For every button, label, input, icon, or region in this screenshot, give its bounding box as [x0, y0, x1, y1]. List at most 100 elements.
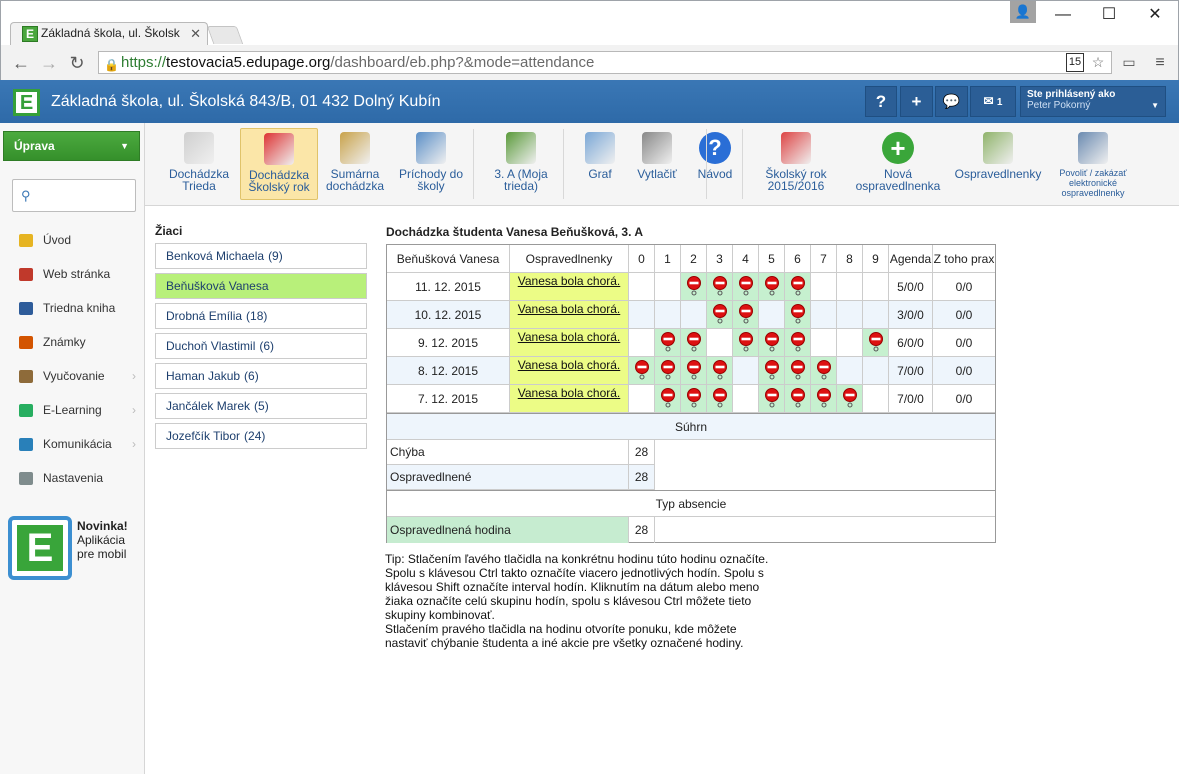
menu-icon[interactable]: ≡ [1152, 53, 1168, 72]
lesson-cell[interactable] [759, 301, 785, 329]
absence-mark[interactable] [759, 273, 785, 301]
edupage-logo[interactable]: E [13, 89, 40, 116]
ribbon-povolit-zakazat-button[interactable]: Povoliť / zakázať elektronické ospravedlne… [1048, 128, 1138, 200]
messages-button[interactable]: ✉ 1 [970, 86, 1016, 117]
absence-mark[interactable] [785, 385, 811, 413]
lesson-cell[interactable] [655, 301, 681, 329]
sidebar-item-vyucovanie[interactable]: Vyučovanie › [0, 359, 144, 393]
lesson-cell[interactable] [863, 301, 889, 329]
lesson-cell[interactable] [863, 273, 889, 301]
back-arrow-icon[interactable]: ← [9, 51, 33, 75]
absence-mark[interactable] [785, 357, 811, 385]
absence-mark[interactable] [785, 301, 811, 329]
excuse-link[interactable]: Vanesa bola chorá. [510, 357, 629, 385]
absence-mark[interactable] [707, 301, 733, 329]
reload-icon[interactable]: ↻ [65, 51, 89, 75]
absence-mark[interactable] [681, 385, 707, 413]
forward-arrow-icon[interactable]: → [37, 51, 61, 75]
student-item[interactable]: Benková Michaela (9) [155, 243, 367, 269]
lesson-cell[interactable] [863, 357, 889, 385]
close-window-icon[interactable]: ✕ [1132, 3, 1178, 27]
uprava-button[interactable]: Úprava ▼ [3, 131, 140, 161]
student-item[interactable]: Beňušková Vanesa [155, 273, 367, 299]
sidebar-item-znamky[interactable]: Známky [0, 325, 144, 359]
absence-mark[interactable] [681, 273, 707, 301]
absence-mark[interactable] [733, 273, 759, 301]
lesson-cell[interactable] [733, 357, 759, 385]
lesson-cell[interactable] [837, 329, 863, 357]
absence-mark[interactable] [707, 385, 733, 413]
profile-person-icon[interactable]: 👤 [1010, 1, 1036, 23]
excuse-link[interactable]: Vanesa bola chorá. [510, 301, 629, 329]
lesson-cell[interactable] [629, 385, 655, 413]
absence-mark[interactable] [655, 357, 681, 385]
date-cell[interactable]: 9. 12. 2015 [387, 329, 510, 357]
cast-icon[interactable]: ▭ [1119, 53, 1139, 72]
absence-mark[interactable] [759, 385, 785, 413]
absence-mark[interactable] [681, 329, 707, 357]
lesson-cell[interactable] [837, 301, 863, 329]
address-bar[interactable]: 🔒 https://testovacia5.edupage.org/dashboa… [98, 51, 1112, 74]
absence-mark[interactable] [811, 385, 837, 413]
lesson-cell[interactable] [733, 385, 759, 413]
sidebar-item-triedna-kniha[interactable]: Triedna kniha [0, 291, 144, 325]
student-item[interactable]: Haman Jakub (6) [155, 363, 367, 389]
absence-mark[interactable] [863, 329, 889, 357]
ribbon-moja-trieda-button[interactable]: 3. A (Moja trieda) [485, 128, 557, 200]
lesson-cell[interactable] [629, 273, 655, 301]
excuse-link[interactable]: Vanesa bola chorá. [510, 385, 629, 413]
tab-close-icon[interactable]: ✕ [190, 26, 201, 42]
add-button[interactable]: + [900, 86, 933, 117]
help-button[interactable]: ? [865, 86, 897, 117]
minimize-icon[interactable]: — [1040, 3, 1086, 27]
excuse-link[interactable]: Vanesa bola chorá. [510, 273, 629, 301]
ribbon-vytlacit-button[interactable]: Vytlačiť [631, 128, 683, 200]
lesson-cell[interactable] [681, 301, 707, 329]
ribbon-nova-ospravedlnenka-button[interactable]: + Nová ospravedlnenka [848, 128, 948, 200]
sidebar-item-uvod[interactable]: Úvod [0, 223, 144, 257]
extension-badge[interactable]: 15 [1066, 53, 1084, 72]
search-input[interactable]: ⚲ [12, 179, 136, 212]
bookmark-star-icon[interactable]: ☆ [1088, 53, 1108, 72]
date-cell[interactable]: 11. 12. 2015 [387, 273, 510, 301]
ribbon-graf-button[interactable]: Graf [570, 128, 630, 200]
student-item[interactable]: Jančálek Marek (5) [155, 393, 367, 419]
ribbon-prichody-do-skoly-button[interactable]: Príchody do školy [392, 128, 470, 200]
lesson-cell[interactable] [629, 329, 655, 357]
ribbon-dochadzka-trieda-button[interactable]: Dochádzka Trieda [162, 128, 236, 200]
absence-mark[interactable] [629, 357, 655, 385]
date-cell[interactable]: 7. 12. 2015 [387, 385, 510, 413]
absence-mark[interactable] [681, 357, 707, 385]
lesson-cell[interactable] [837, 357, 863, 385]
student-item[interactable]: Jozefčík Tibor (24) [155, 423, 367, 449]
chat-icon[interactable]: 💬 [935, 86, 968, 117]
absence-mark[interactable] [811, 357, 837, 385]
date-cell[interactable]: 10. 12. 2015 [387, 301, 510, 329]
student-item[interactable]: Duchoň Vlastimil (6) [155, 333, 367, 359]
absence-mark[interactable] [733, 301, 759, 329]
lesson-cell[interactable] [837, 273, 863, 301]
lesson-cell[interactable] [811, 329, 837, 357]
lesson-cell[interactable] [811, 273, 837, 301]
lesson-cell[interactable] [655, 273, 681, 301]
absence-mark[interactable] [759, 357, 785, 385]
absence-mark[interactable] [759, 329, 785, 357]
ribbon-navod-button[interactable]: ? Návod [691, 128, 739, 200]
login-dropdown[interactable]: Ste prihlásený ako Peter Pokorný ▼ [1020, 86, 1166, 117]
lesson-cell[interactable] [811, 301, 837, 329]
sidebar-item-komunikacia[interactable]: Komunikácia › [0, 427, 144, 461]
sidebar-item-nastavenia[interactable]: Nastavenia [0, 461, 144, 495]
lesson-cell[interactable] [629, 301, 655, 329]
excuse-link[interactable]: Vanesa bola chorá. [510, 329, 629, 357]
mobile-app-promo[interactable]: E Novinka! Aplikácia pre mobil [0, 509, 144, 587]
date-cell[interactable]: 8. 12. 2015 [387, 357, 510, 385]
ribbon-skolsky-rok-button[interactable]: Školský rok 2015/2016 [749, 128, 843, 200]
sidebar-item-e-learning[interactable]: E-Learning › [0, 393, 144, 427]
lesson-cell[interactable] [707, 329, 733, 357]
new-tab-button[interactable] [206, 26, 244, 44]
sidebar-item-web-stranka[interactable]: Web stránka [0, 257, 144, 291]
absence-mark[interactable] [655, 329, 681, 357]
browser-tab[interactable]: E Základná škola, ul. Školsk ✕ [10, 22, 208, 45]
absence-mark[interactable] [707, 273, 733, 301]
absence-mark[interactable] [733, 329, 759, 357]
